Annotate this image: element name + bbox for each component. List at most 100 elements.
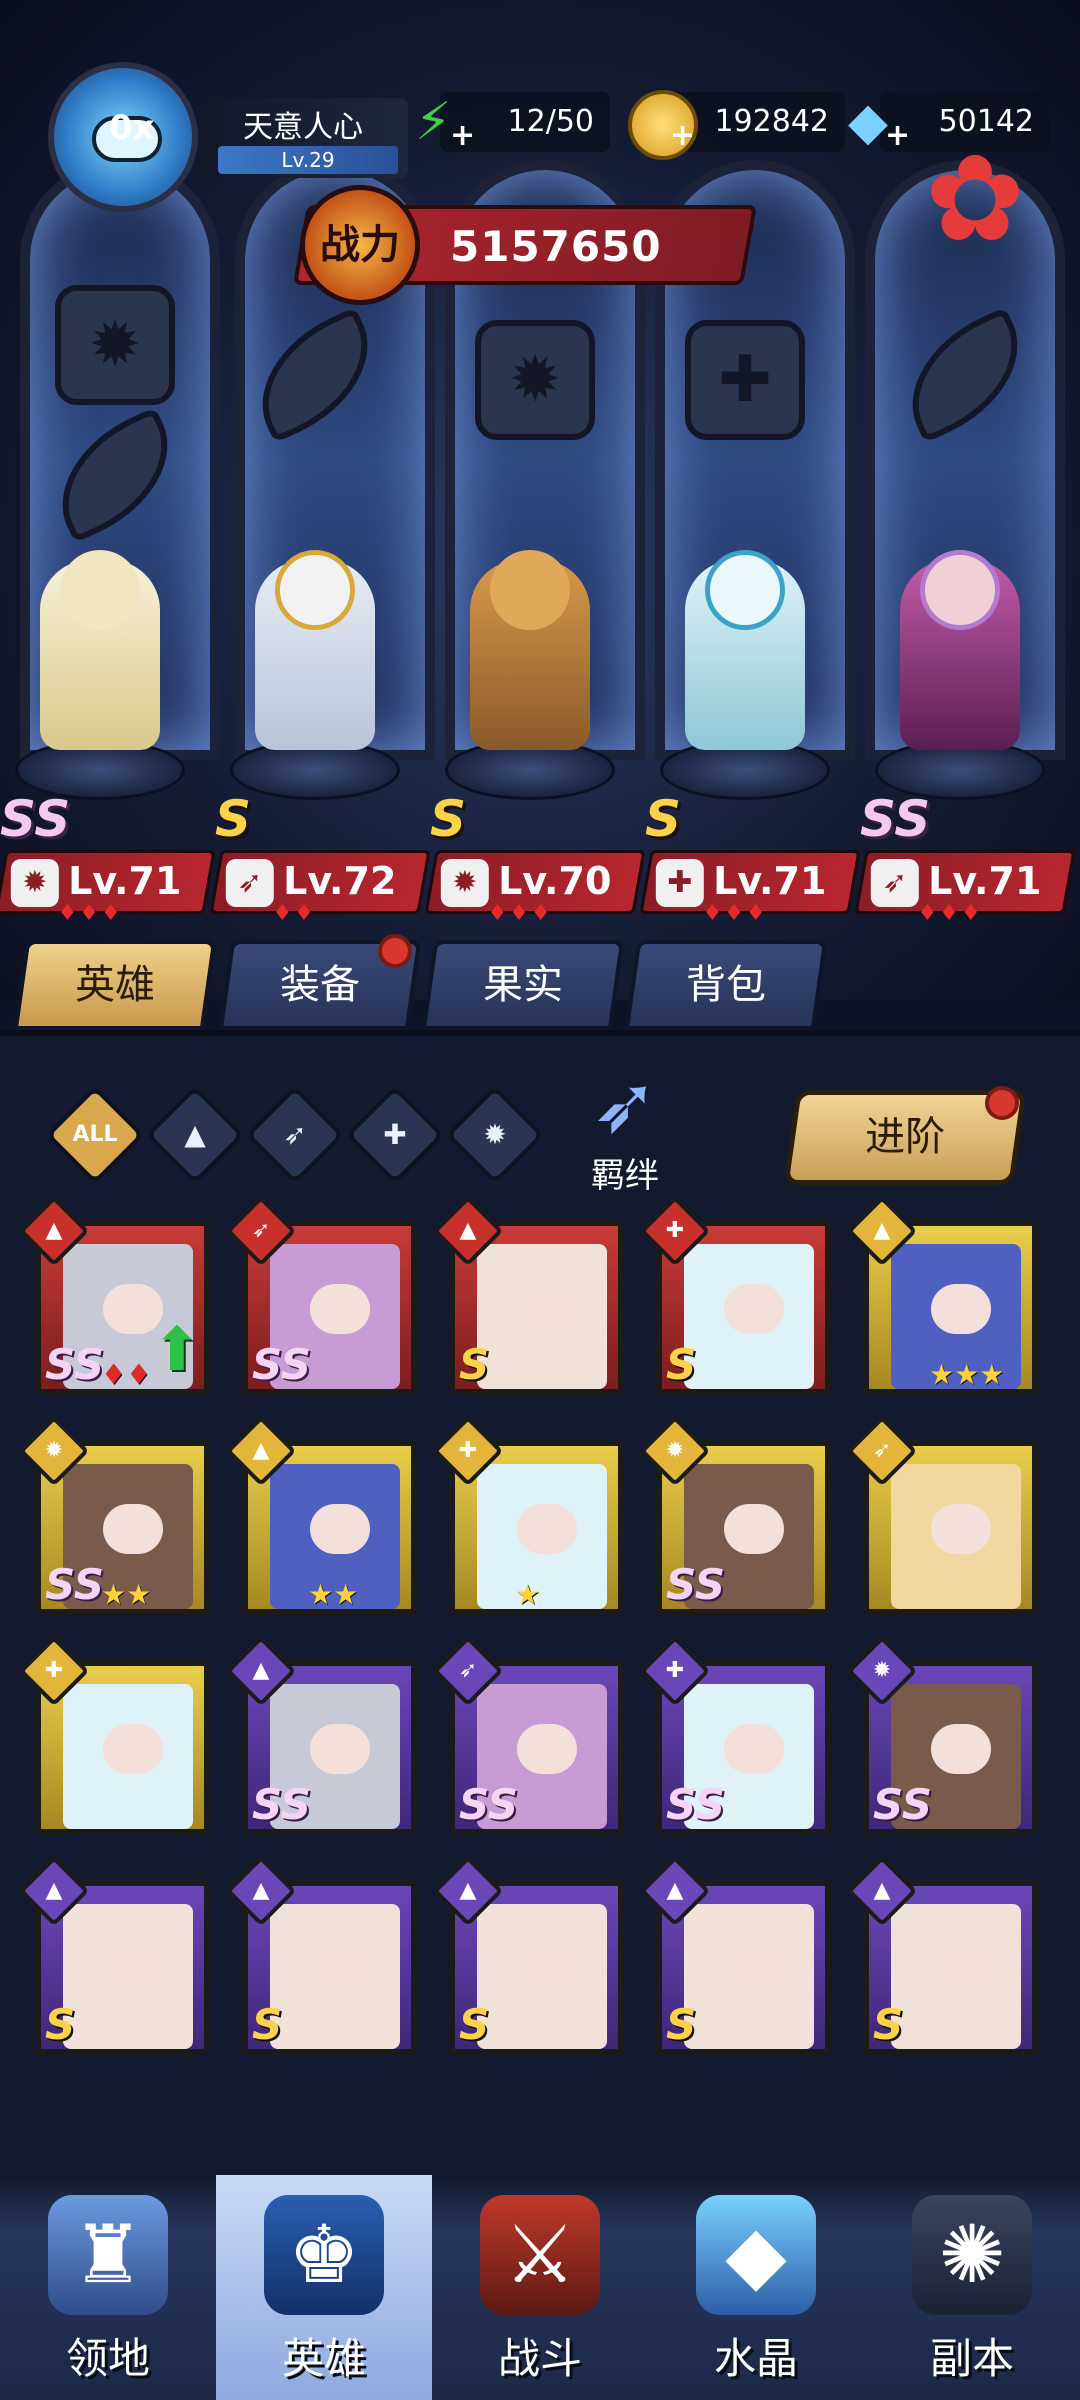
rank-badge: S [666, 1340, 697, 1389]
hero-face [103, 1944, 163, 1994]
rank-badge: SS [45, 1560, 105, 1609]
lightning-icon: ⚡ [415, 92, 452, 152]
hero-level: Lv.71 [713, 859, 827, 903]
filter-beast[interactable]: ✹ [445, 1085, 545, 1185]
sword-shield-icon: ⚔ [480, 2195, 600, 2315]
power-badge: 战力 [300, 185, 420, 305]
hero-face [724, 1944, 784, 1994]
nav-heroes[interactable]: ♚ 英雄 [216, 2175, 432, 2400]
beast-class-icon: ✹ [440, 859, 489, 907]
settings-gear-icon[interactable]: ✿ [920, 140, 1030, 260]
wing-icon: ➶ [283, 1118, 307, 1151]
rank-badge: SS [45, 1340, 105, 1389]
hero-portrait [891, 1464, 1021, 1609]
star-row: ♦♦♦ [917, 901, 983, 926]
hero-head [920, 550, 1000, 630]
upgrade-arrow-icon: ⬆ [151, 1315, 202, 1385]
rank-badge: SS [873, 1780, 933, 1829]
star-row: ★★★ [929, 1358, 1005, 1391]
hero-level: Lv.71 [928, 859, 1042, 903]
lineup-level-bar: ✚ Lv.71 ♦♦♦ [639, 850, 861, 926]
hero-face [724, 1284, 784, 1334]
tab-heroes[interactable]: 英雄 [13, 940, 217, 1030]
hero-face [931, 1284, 991, 1334]
hero-face [310, 1504, 370, 1554]
rank-badge: SS [252, 1340, 312, 1389]
wrench-class-icon: ✚ [655, 859, 704, 907]
hero-face [310, 1944, 370, 1994]
hero-face [517, 1724, 577, 1774]
hero-level: Lv.70 [498, 859, 612, 903]
rank-badge: S [645, 790, 682, 848]
star-row: ♦♦ [272, 901, 316, 926]
power-value: 5157650 [450, 222, 662, 271]
bond-icon[interactable]: ➶ [575, 1060, 675, 1150]
filter-mage[interactable]: ▲ [145, 1085, 245, 1185]
gold-value: 192842 [714, 104, 829, 139]
add-diamond-icon[interactable]: + [885, 118, 910, 153]
filter-wing[interactable]: ➶ [245, 1085, 345, 1185]
nav-dungeon[interactable]: ✺ 副本 [864, 2175, 1080, 2400]
lineup-level-bar: ➶ Lv.72 ♦♦ [209, 850, 431, 926]
star-row: ★★ [101, 1578, 152, 1611]
nav-battle[interactable]: ⚔ 战斗 [432, 2175, 648, 2400]
filter-wrench[interactable]: ✚ [345, 1085, 445, 1185]
hero-portrait [477, 1464, 607, 1609]
diamond-icon: ◆ [848, 92, 888, 152]
hero-portrait [684, 1244, 814, 1389]
avatar-badge: 0x [109, 108, 155, 148]
lineup-hero-3[interactable]: S [430, 550, 620, 848]
rank-badge: S [459, 2000, 490, 2049]
beast-icon: ✹ [483, 1118, 507, 1151]
rank-badge: S [45, 2000, 76, 2049]
player-name-plate[interactable]: 天意人心 Lv.29 [198, 98, 408, 178]
hero-hat-icon: ♚ [264, 2195, 384, 2315]
star-row: ★ [515, 1578, 541, 1611]
hero-face [931, 1504, 991, 1554]
lantern-icon: ✺ [912, 2195, 1032, 2315]
lineup-hero-2[interactable]: S [215, 550, 405, 848]
lineup-level-bar: ✹ Lv.71 ♦♦♦ [0, 850, 216, 926]
hero-face [931, 1724, 991, 1774]
lineup-level-bar: ✹ Lv.70 ♦♦♦ [424, 850, 646, 926]
hero-face [517, 1504, 577, 1554]
hero-face [517, 1284, 577, 1334]
rank-badge: SS [459, 1780, 519, 1829]
add-stamina-icon[interactable]: + [450, 118, 475, 153]
hero-portrait [63, 1904, 193, 2049]
hero-face [310, 1724, 370, 1774]
hero-head [60, 550, 140, 630]
tab-backpack[interactable]: 背包 [624, 940, 828, 1030]
tab-fruit[interactable]: 果实 [421, 940, 625, 1030]
rank-badge: SS [860, 790, 931, 848]
hero-portrait [684, 1904, 814, 2049]
lineup-level-bar: ➶ Lv.71 ♦♦♦ [854, 850, 1076, 926]
lineup-hero-4[interactable]: S [645, 550, 835, 848]
wing-class-icon: ➶ [225, 859, 274, 907]
nav-territory[interactable]: ♜ 领地 [0, 2175, 216, 2400]
star-row: ★★ [308, 1578, 359, 1611]
rank-badge: S [252, 2000, 283, 2049]
bond-button-label[interactable]: 羁绊 [560, 1148, 690, 1197]
nav-crystal[interactable]: ◆ 水晶 [648, 2175, 864, 2400]
lineup-hero-1[interactable]: SS [0, 550, 190, 848]
lineup-hero-5[interactable]: SS [860, 550, 1050, 848]
hero-grid: SS ♦♦ ⬆ ▲ SS ➶ S ▲ S ✚ ★★★ ▲ SS ★★ ✹ ★★ ▲ ★ ✚ SS ✹ ➶ ✚ SS ▲ SS ➶ SS… [18, 1195, 1045, 2220]
hero-face [724, 1724, 784, 1774]
hero-portrait [270, 1904, 400, 2049]
player-name: 天意人心 [243, 110, 363, 145]
rank-badge: S [666, 2000, 697, 2049]
rank-badge: S [459, 1340, 490, 1389]
rank-badge: SS [666, 1780, 726, 1829]
player-level: Lv.29 [218, 146, 398, 174]
hero-face [517, 1944, 577, 1994]
add-gold-icon[interactable]: + [670, 118, 695, 153]
rank-badge: SS [0, 790, 71, 848]
wrench-icon: ✚ [383, 1118, 407, 1151]
rank-badge: SS [252, 1780, 312, 1829]
mage-icon: ▲ [184, 1118, 206, 1151]
star-row: ♦♦♦ [487, 901, 553, 926]
filter-all[interactable]: ALL [45, 1085, 145, 1185]
hero-portrait [477, 1244, 607, 1389]
player-avatar[interactable]: 0x [48, 62, 198, 212]
